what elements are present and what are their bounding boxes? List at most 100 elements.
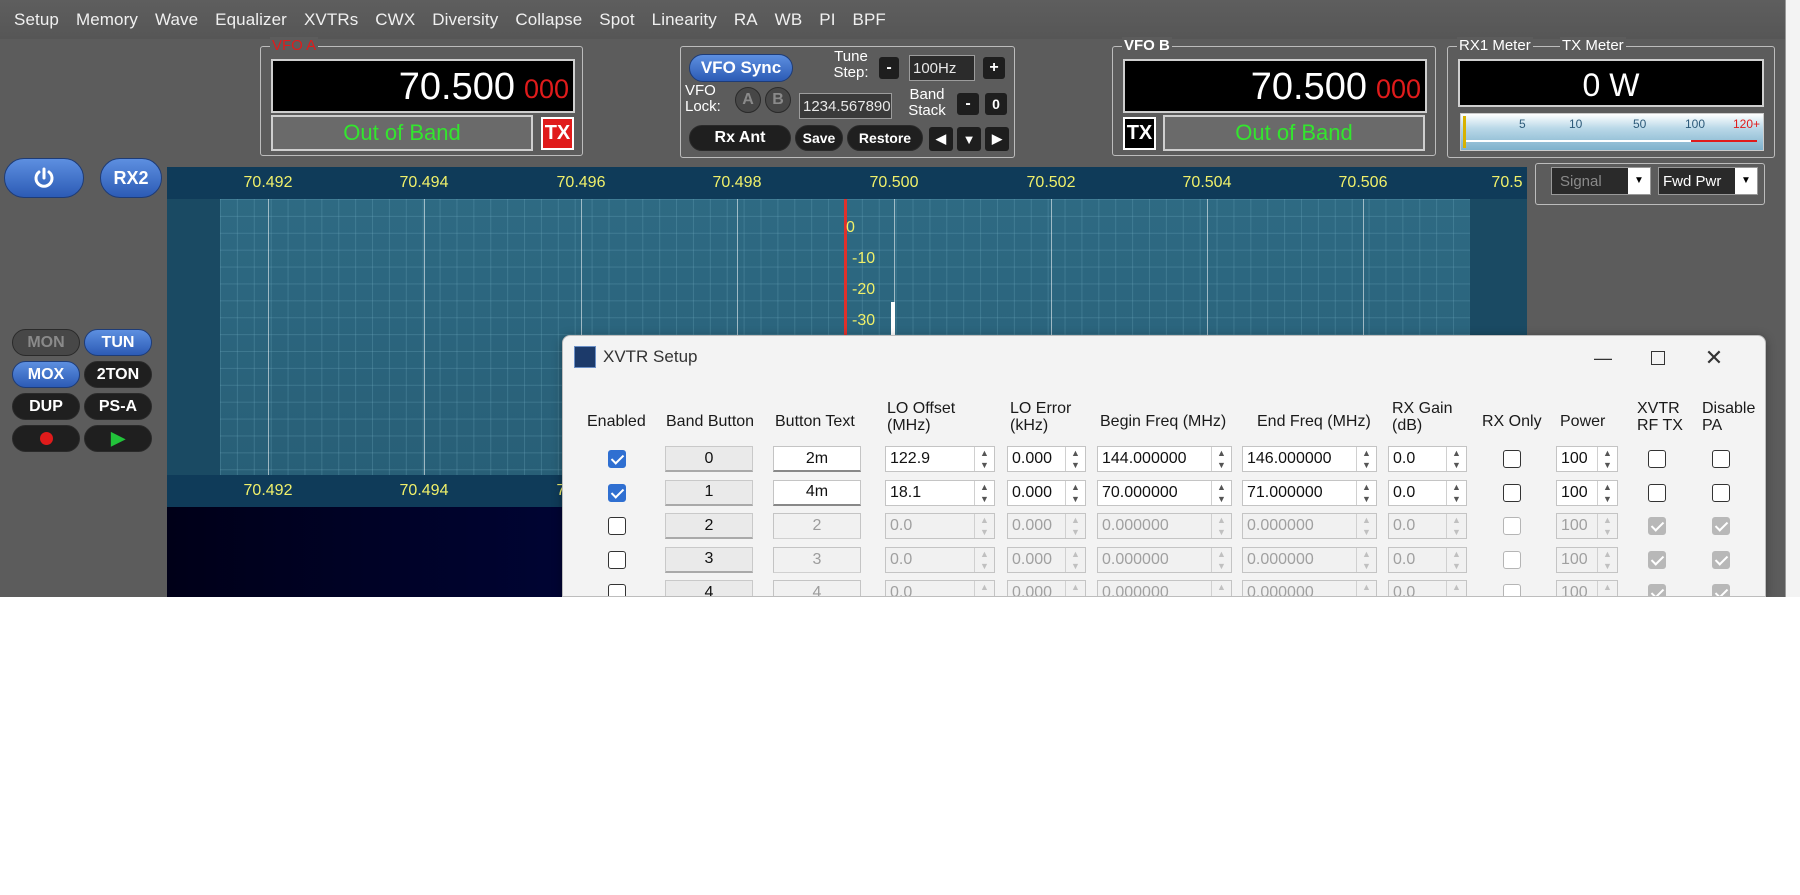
spin-arrows-icon[interactable]: ▲▼ — [1446, 447, 1466, 471]
menu-wb[interactable]: WB — [775, 10, 803, 30]
tune-step-value[interactable]: 100Hz — [909, 55, 975, 81]
rx-gain-field[interactable]: 0.0 ▲▼ — [1388, 580, 1467, 596]
minimize-button[interactable]: — — [1589, 344, 1617, 372]
mon-button[interactable]: MON — [12, 329, 80, 356]
xvtr-rf-tx-checkbox[interactable] — [1648, 550, 1666, 569]
enabled-checkbox[interactable] — [608, 517, 626, 535]
disable-pa-checkbox[interactable] — [1712, 483, 1730, 502]
rx-only-checkbox[interactable] — [1503, 483, 1521, 502]
enabled-checkbox[interactable] — [608, 584, 626, 596]
spin-arrows-icon[interactable]: ▲▼ — [1211, 547, 1231, 572]
band-stack-value[interactable]: 0 — [985, 93, 1007, 115]
spin-arrows-icon[interactable]: ▲▼ — [1446, 480, 1466, 505]
power-field[interactable]: 100 ▲▼ — [1556, 479, 1618, 506]
spin-arrows-icon[interactable]: ▲▼ — [1065, 514, 1085, 538]
menu-xvtrs[interactable]: XVTRs — [304, 10, 358, 30]
lock-a-button[interactable]: A — [735, 87, 761, 113]
xvtr-rf-tx-checkbox[interactable] — [1648, 483, 1666, 502]
band-button[interactable]: 3 — [665, 546, 753, 573]
lo-offset-field[interactable]: 18.1 ▲ ▼ — [885, 479, 995, 506]
rx1-meter-label[interactable]: RX1 Meter — [1457, 37, 1533, 55]
tune-step-minus[interactable]: - — [879, 57, 899, 79]
tx-meter-label[interactable]: TX Meter — [1560, 37, 1626, 55]
button-text-field[interactable]: 2 — [773, 513, 861, 539]
spin-arrows-icon[interactable]: ▲▼ — [974, 447, 994, 471]
save-button[interactable]: Save — [795, 125, 843, 151]
lock-b-button[interactable]: B — [765, 87, 791, 113]
maximize-button[interactable] — [1644, 344, 1672, 372]
menu-ra[interactable]: RA — [734, 10, 758, 30]
dialog-title-bar[interactable]: XVTR Setup — ✕ — [563, 336, 1765, 378]
rx-only-checkbox[interactable] — [1503, 517, 1521, 535]
record-button[interactable] — [12, 425, 80, 452]
spin-arrows-icon[interactable]: ▲▼ — [1065, 581, 1085, 596]
rx-only-checkbox[interactable] — [1503, 550, 1521, 569]
lo-offset-field[interactable]: 122.9 ▲ ▼ — [885, 446, 995, 472]
vfo-b-tx-button[interactable]: TX — [1123, 117, 1156, 150]
end-freq-field[interactable]: 146.000000 ▲ ▼ — [1242, 446, 1377, 472]
vfo-sync-button[interactable]: VFO Sync — [689, 54, 793, 82]
enabled-checkbox[interactable] — [608, 550, 626, 569]
lo-error-field[interactable]: 0.000 ▲▼ — [1007, 580, 1086, 596]
band-prev-button[interactable]: ◀ — [929, 127, 953, 151]
lo-offset-field[interactable]: 0.0 ▲▼ — [885, 580, 995, 596]
vfo-a-display[interactable]: 70.500 000 — [271, 59, 575, 113]
spin-arrows-icon[interactable]: ▲▼ — [1446, 514, 1466, 538]
end-freq-field[interactable]: 0.000000 ▲▼ — [1242, 546, 1377, 573]
vfo-lock-value[interactable]: 1234.567890 — [799, 93, 892, 119]
mox-button[interactable]: MOX — [12, 361, 80, 388]
spin-arrows-icon[interactable]: ▲▼ — [1211, 514, 1231, 538]
tun-button[interactable]: TUN — [84, 329, 152, 356]
close-button[interactable]: ✕ — [1700, 344, 1728, 372]
spin-arrows-icon[interactable]: ▲▼ — [1356, 447, 1376, 471]
menu-diversity[interactable]: Diversity — [432, 10, 498, 30]
rx-gain-field[interactable]: 0.0 ▲▼ — [1388, 546, 1467, 573]
disable-pa-checkbox[interactable] — [1712, 517, 1730, 535]
lo-error-field[interactable]: 0.000 ▲▼ — [1007, 446, 1086, 472]
enabled-checkbox[interactable] — [608, 483, 626, 502]
band-button[interactable]: 4 — [665, 580, 753, 596]
xvtr-rf-tx-checkbox[interactable] — [1648, 450, 1666, 468]
lo-error-field[interactable]: 0.000 ▲▼ — [1007, 546, 1086, 573]
xvtr-rf-tx-checkbox[interactable] — [1648, 517, 1666, 535]
menu-equalizer[interactable]: Equalizer — [215, 10, 287, 30]
spin-arrows-icon[interactable]: ▲▼ — [1065, 480, 1085, 505]
menu-wave[interactable]: Wave — [155, 10, 198, 30]
rx-ant-button[interactable]: Rx Ant — [689, 125, 791, 151]
begin-freq-field[interactable]: 70.000000 ▲ ▼ — [1097, 479, 1232, 506]
lo-error-field[interactable]: 0.000 ▲▼ — [1007, 479, 1086, 506]
button-text-field[interactable]: 4m — [773, 479, 861, 506]
play-button[interactable]: ▶ — [84, 425, 152, 452]
band-next-button[interactable]: ▶ — [985, 127, 1009, 151]
vfo-b-display[interactable]: 70.500 000 — [1123, 59, 1427, 113]
power-field[interactable]: 100 ▲▼ — [1556, 546, 1618, 573]
begin-freq-field[interactable]: 0.000000 ▲▼ — [1097, 580, 1232, 596]
disable-pa-checkbox[interactable] — [1712, 584, 1730, 596]
begin-freq-field[interactable]: 0.000000 ▲▼ — [1097, 546, 1232, 573]
enabled-checkbox[interactable] — [608, 450, 626, 468]
restore-button[interactable]: Restore — [847, 125, 923, 151]
band-button[interactable]: 2 — [665, 513, 753, 539]
button-text-field[interactable]: 3 — [773, 546, 861, 573]
power-field[interactable]: 100 ▲▼ — [1556, 446, 1618, 472]
spin-arrows-icon[interactable]: ▲▼ — [1597, 581, 1617, 596]
rx-only-checkbox[interactable] — [1503, 450, 1521, 468]
end-freq-field[interactable]: 0.000000 ▲▼ — [1242, 580, 1377, 596]
spin-arrows-icon[interactable]: ▲▼ — [974, 547, 994, 572]
dup-button[interactable]: DUP — [12, 393, 80, 420]
band-button[interactable]: 0 — [665, 446, 753, 472]
vfo-a-tx-button[interactable]: TX — [541, 117, 574, 150]
button-text-field[interactable]: 2m — [773, 446, 861, 472]
spin-arrows-icon[interactable]: ▲▼ — [1597, 514, 1617, 538]
end-freq-field[interactable]: 71.000000 ▲ ▼ — [1242, 479, 1377, 506]
lo-offset-field[interactable]: 0.0 ▲▼ — [885, 546, 995, 573]
xvtr-rf-tx-checkbox[interactable] — [1648, 584, 1666, 596]
two-tone-button[interactable]: 2TON — [84, 361, 152, 388]
menu-memory[interactable]: Memory — [76, 10, 138, 30]
spin-arrows-icon[interactable]: ▲▼ — [1065, 447, 1085, 471]
power-button[interactable] — [4, 158, 84, 198]
menu-pi[interactable]: PI — [819, 10, 835, 30]
tune-step-plus[interactable]: + — [983, 57, 1005, 79]
spin-arrows-icon[interactable]: ▲▼ — [1597, 547, 1617, 572]
spin-arrows-icon[interactable]: ▲▼ — [1211, 447, 1231, 471]
